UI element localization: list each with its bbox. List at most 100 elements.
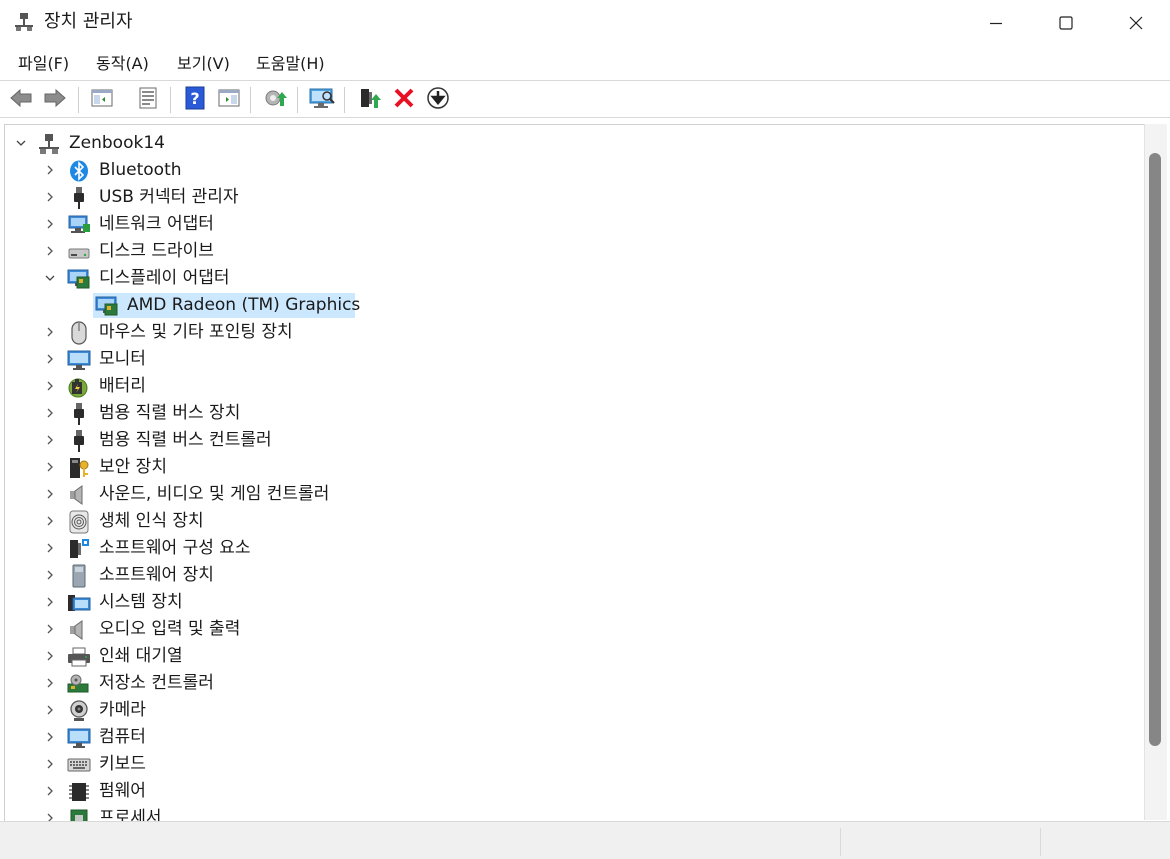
tree-item-label: 사운드, 비디오 및 게임 컨트롤러 (99, 484, 330, 504)
window-title: 장치 관리자 (44, 11, 133, 32)
chevron-right-icon[interactable] (42, 567, 58, 583)
chevron-right-icon[interactable] (42, 459, 58, 475)
scan-hardware-button[interactable] (309, 87, 335, 113)
chevron-down-icon[interactable] (42, 270, 58, 286)
tree-item-label: 소프트웨어 장치 (99, 565, 214, 585)
menu-help[interactable]: 도움말(H) (256, 54, 325, 74)
toolbar-divider (250, 87, 251, 113)
tree-item-9[interactable]: 범용 직렬 버스 컨트롤러 (5, 427, 1145, 454)
disable-device-button[interactable] (425, 87, 451, 113)
tree-item-6[interactable]: 모니터 (5, 346, 1145, 373)
tree-item-label: 키보드 (99, 754, 146, 774)
update-driver-icon (263, 86, 287, 114)
menu-action[interactable]: 동작(A) (96, 54, 149, 74)
chevron-right-icon[interactable] (42, 675, 58, 691)
scan-hardware-changes-icon (309, 86, 335, 114)
chevron-right-icon[interactable] (42, 324, 58, 340)
chevron-right-icon[interactable] (42, 513, 58, 529)
chevron-right-icon[interactable] (42, 189, 58, 205)
chevron-right-icon[interactable] (42, 702, 58, 718)
properties-icon (137, 87, 159, 113)
tree-item-22[interactable]: 펌웨어 (5, 778, 1145, 805)
tree-item-21[interactable]: 키보드 (5, 751, 1145, 778)
properties-button[interactable] (135, 87, 161, 113)
disk-drive-icon (67, 240, 91, 264)
tree-item-17[interactable]: 인쇄 대기열 (5, 643, 1145, 670)
tree-item-19[interactable]: 카메라 (5, 697, 1145, 724)
bluetooth-icon (67, 159, 91, 183)
chevron-right-icon[interactable] (42, 621, 58, 637)
update-driver-button[interactable] (262, 87, 288, 113)
chevron-right-icon[interactable] (42, 351, 58, 367)
scrollbar-thumb[interactable] (1149, 153, 1161, 746)
tree-item-23[interactable]: 프로세서 (5, 805, 1145, 821)
display-adapter-icon (67, 267, 91, 291)
minimize-icon (988, 15, 1004, 31)
chevron-right-icon[interactable] (42, 405, 58, 421)
tree-item-15[interactable]: 시스템 장치 (5, 589, 1145, 616)
tree-item-13[interactable]: 소프트웨어 구성 요소 (5, 535, 1145, 562)
tree-item-1[interactable]: USB 커넥터 관리자 (5, 184, 1145, 211)
chevron-right-icon[interactable] (42, 756, 58, 772)
chevron-right-icon[interactable] (42, 540, 58, 556)
chevron-right-icon[interactable] (42, 648, 58, 664)
tree-item-label: 컴퓨터 (99, 727, 146, 747)
tree-child-item[interactable]: AMD Radeon (TM) Graphics (5, 292, 1145, 319)
toolbar-divider (0, 117, 1170, 118)
enable-device-button[interactable] (357, 87, 383, 113)
tree-item-label: 디스크 드라이브 (99, 241, 214, 261)
tree-item-11[interactable]: 사운드, 비디오 및 게임 컨트롤러 (5, 481, 1145, 508)
tree-item-label: 생체 인식 장치 (99, 511, 204, 531)
help-icon: ? (184, 86, 206, 114)
tree-item-3[interactable]: 디스크 드라이브 (5, 238, 1145, 265)
chevron-right-icon[interactable] (42, 729, 58, 745)
minimize-button[interactable] (967, 0, 1025, 46)
help-button[interactable]: ? (182, 86, 208, 114)
tree-item-4[interactable]: 디스플레이 어댑터 (5, 265, 1145, 292)
menu-view[interactable]: 보기(V) (177, 54, 230, 74)
tree-item-10[interactable]: 보안 장치 (5, 454, 1145, 481)
console-tree-button[interactable] (89, 87, 115, 113)
tree-item-12[interactable]: 생체 인식 장치 (5, 508, 1145, 535)
tree-item-label: 범용 직렬 버스 컨트롤러 (99, 430, 272, 450)
firmware-icon (67, 780, 91, 804)
tree-item-14[interactable]: 소프트웨어 장치 (5, 562, 1145, 589)
tree-item-2[interactable]: 네트워크 어댑터 (5, 211, 1145, 238)
toolbar-divider (170, 87, 171, 113)
security-key-icon (67, 456, 91, 480)
printer-icon (67, 645, 91, 669)
disable-device-icon (426, 86, 450, 114)
monitor-icon (67, 348, 91, 372)
tree-item-label: 범용 직렬 버스 장치 (99, 403, 241, 423)
menu-file[interactable]: 파일(F) (18, 54, 69, 74)
forward-button[interactable] (42, 87, 68, 113)
chevron-right-icon[interactable] (42, 162, 58, 178)
uninstall-device-button[interactable] (391, 87, 417, 113)
maximize-button[interactable] (1037, 0, 1095, 46)
chevron-right-icon[interactable] (42, 378, 58, 394)
close-button[interactable] (1107, 0, 1165, 46)
chevron-right-icon[interactable] (42, 243, 58, 259)
action-pane-button[interactable] (216, 87, 242, 113)
storage-controller-icon (67, 672, 91, 696)
tree-item-label: 시스템 장치 (99, 592, 183, 612)
tree-item-label: 보안 장치 (99, 457, 167, 477)
chevron-right-icon[interactable] (42, 486, 58, 502)
tree-item-7[interactable]: 배터리 (5, 373, 1145, 400)
tree-item-0[interactable]: Bluetooth (5, 157, 1145, 184)
computer-network-icon (37, 132, 61, 156)
tree-item-8[interactable]: 범용 직렬 버스 장치 (5, 400, 1145, 427)
chevron-right-icon[interactable] (42, 432, 58, 448)
tree-item-16[interactable]: 오디오 입력 및 출력 (5, 616, 1145, 643)
tree-root[interactable]: Zenbook14 (5, 130, 1145, 157)
tree-item-18[interactable]: 저장소 컨트롤러 (5, 670, 1145, 697)
display-adapter-icon (95, 294, 119, 318)
tree-item-20[interactable]: 컴퓨터 (5, 724, 1145, 751)
chevron-right-icon[interactable] (42, 783, 58, 799)
chevron-right-icon[interactable] (42, 216, 58, 232)
chevron-down-icon[interactable] (13, 135, 29, 151)
chevron-right-icon[interactable] (42, 594, 58, 610)
back-button[interactable] (8, 87, 34, 113)
tree-item-label: 인쇄 대기열 (99, 646, 183, 666)
tree-item-5[interactable]: 마우스 및 기타 포인팅 장치 (5, 319, 1145, 346)
